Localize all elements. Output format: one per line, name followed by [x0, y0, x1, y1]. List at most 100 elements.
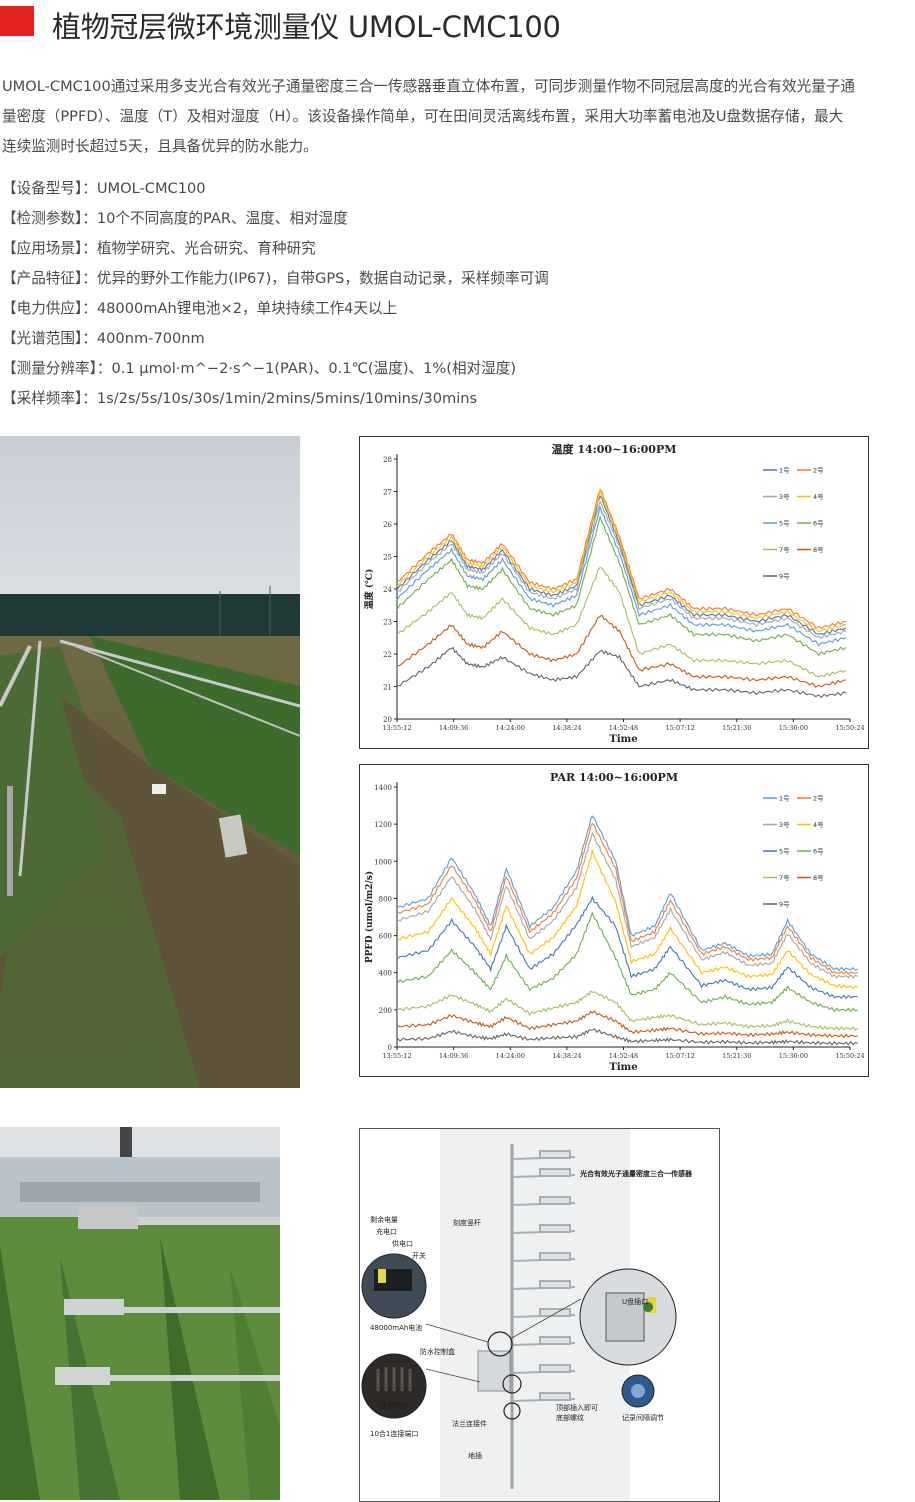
- spec-list: 【设备型号】：UMOL-CMC100 【检测参数】：10个不同高度的PAR、温度…: [2, 174, 914, 414]
- spec-spectrum: 【光谱范围】：400nm-700nm: [2, 330, 205, 347]
- y-tick-label: 24: [383, 586, 392, 594]
- x-tick-label: 14:38:24: [552, 1052, 581, 1060]
- x-tick-label: 15:21:36: [722, 1052, 751, 1060]
- legend-label: 3号: [779, 821, 790, 829]
- title-accent-block: [0, 6, 34, 36]
- legend-label: 4号: [813, 493, 824, 501]
- temperature-chart-frame: 温度 14:00~16:00PM 20 21 22 23 24 25 26 27 28 13:55:…: [359, 436, 869, 749]
- legend-label: 6号: [813, 520, 824, 528]
- y-tick-label: 27: [383, 489, 392, 497]
- legend-label: 9号: [779, 901, 790, 909]
- y-tick-label: 1000: [374, 858, 392, 866]
- x-tick-label: 14:09:36: [439, 1052, 468, 1060]
- field-photo: [0, 436, 300, 1088]
- y-tick-label: 800: [379, 895, 392, 903]
- top-insert-label: 顶部插入即可: [556, 1404, 598, 1412]
- x-tick-label: 14:24:00: [496, 1052, 525, 1060]
- legend-label: 9号: [779, 573, 790, 581]
- legend-label: 5号: [779, 848, 790, 856]
- x-tick-label: 14:38:24: [552, 724, 581, 732]
- y-tick-label: 0: [388, 1044, 392, 1052]
- x-tick-label: 14:52:48: [609, 1052, 638, 1060]
- x-tick-label: 13:55:12: [382, 724, 411, 732]
- port-label: 10合1连接端口: [370, 1430, 419, 1438]
- x-tick-label: 14:09:36: [439, 724, 468, 732]
- sensor-label: 光合有效光子通量密度三合一传感器: [580, 1170, 692, 1178]
- legend-label: 1号: [779, 467, 790, 475]
- x-tick-label: 14:52:48: [609, 724, 638, 732]
- y-tick-label: 26: [383, 521, 392, 529]
- chart-title: PAR 14:00~16:00PM: [550, 771, 678, 784]
- installation-diagram: 光合有效光子通量密度三合一传感器 刻度竖杆 剩余电量 充电口 供电口 开关 48…: [359, 1128, 720, 1502]
- chart-title: 温度 14:00~16:00PM: [552, 442, 677, 456]
- power-port-label: 供电口: [392, 1240, 413, 1248]
- x-tick-label: 15:50:24: [835, 724, 864, 732]
- interval-label: 记录间隔调节: [622, 1414, 664, 1422]
- any-order-label: 任意顺序: [380, 1402, 408, 1410]
- temperature-chart: 温度 14:00~16:00PM 20 21 22 23 24 25 26 27 28 13:55:…: [363, 442, 865, 745]
- x-axis-label: Time: [609, 734, 637, 745]
- intro-paragraph: UMOL-CMC100通过采用多支光合有效光子通量密度三合一传感器垂直立体布置，…: [2, 72, 914, 162]
- legend-label: 2号: [813, 467, 824, 475]
- flange-label: 法兰连接件: [452, 1420, 487, 1428]
- remaining-power-label: 剩余电量: [370, 1216, 398, 1224]
- series-line-9: [396, 646, 847, 699]
- bottom-screw-label: 底部螺纹: [556, 1414, 584, 1422]
- spec-power: 【电力供应】：48000mAh锂电池×2，单块持续工作4天以上: [2, 300, 398, 317]
- y-tick-label: 28: [383, 456, 392, 464]
- ground-pin-label: 地插: [468, 1452, 482, 1460]
- legend-label: 1号: [779, 795, 790, 803]
- spec-model: 【设备型号】：UMOL-CMC100: [2, 180, 206, 197]
- legend-label: 7号: [779, 874, 790, 882]
- series-line-8: [396, 1010, 858, 1039]
- intro-line: UMOL-CMC100通过采用多支光合有效光子通量密度三合一传感器垂直立体布置，…: [2, 78, 856, 95]
- spec-sampling: 【采样频率】：1s/2s/5s/10s/30s/1min/2mins/5mins…: [2, 390, 478, 407]
- x-tick-label: 15:07:12: [666, 1052, 695, 1060]
- y-tick-label: 22: [383, 651, 392, 659]
- installation-diagram-image: [361, 1129, 677, 1501]
- spec-features: 【产品特征】：优异的野外工作能力(IP67)，自带GPS，数据自动记录，采样频率…: [2, 270, 549, 287]
- spec-parameters: 【检测参数】：10个不同高度的PAR、温度、相对湿度: [2, 210, 348, 227]
- y-tick-label: 25: [383, 554, 392, 562]
- legend-label: 2号: [813, 795, 824, 803]
- pole-label: 刻度竖杆: [453, 1219, 481, 1227]
- x-axis-label: Time: [609, 1062, 637, 1073]
- legend-label: 6号: [813, 848, 824, 856]
- y-tick-label: 23: [383, 619, 392, 627]
- x-tick-label: 15:21:36: [722, 724, 751, 732]
- control-box-label: 防水控制盒: [420, 1348, 455, 1356]
- x-tick-label: 15:50:24: [835, 1052, 864, 1060]
- y-axis-label: PPFD (umol/m2/s): [364, 871, 375, 963]
- par-chart-frame: PAR 14:00~16:00PM 0 200 400 600 800 1000 1200 14…: [359, 764, 869, 1077]
- x-tick-label: 13:55:12: [382, 1052, 411, 1060]
- y-tick-label: 1400: [374, 784, 392, 792]
- battery-label: 48000mAh电池: [370, 1324, 423, 1332]
- x-tick-label: 15:36:00: [779, 724, 808, 732]
- series-line-7: [396, 989, 859, 1031]
- page-title: 植物冠层微环境测量仪 UMOL-CMC100: [52, 10, 561, 44]
- usb-port-label: U盘插口: [622, 1298, 649, 1306]
- x-tick-label: 14:24:00: [496, 724, 525, 732]
- field-photo-image: [0, 436, 300, 1088]
- legend-label: 8号: [813, 874, 824, 882]
- y-tick-label: 200: [379, 1007, 392, 1015]
- legend-label: 3号: [779, 493, 790, 501]
- spec-resolution: 【测量分辨率】：0.1 μmol·m^−2·s^−1(PAR)、0.1℃(温度)…: [2, 360, 517, 377]
- y-tick-label: 1200: [374, 821, 392, 829]
- charge-port-label: 充电口: [376, 1228, 397, 1236]
- spec-application: 【应用场景】：植物学研究、光合研究、育种研究: [2, 240, 316, 257]
- series-line-9: [396, 1028, 858, 1046]
- y-tick-label: 21: [383, 684, 392, 692]
- intro-line: 量密度（PPFD）、温度（T）及相对湿度（H）。该设备操作简单，可在田间灵活离线…: [2, 108, 844, 125]
- intro-line: 连续监测时长超过5天，且具备优异的防水能力。: [2, 138, 318, 155]
- y-tick-label: 400: [379, 970, 392, 978]
- y-tick-label: 20: [383, 716, 392, 724]
- sensor-closeup-image: [0, 1127, 280, 1500]
- x-tick-label: 15:07:12: [666, 724, 695, 732]
- sensor-closeup-photo: [0, 1127, 280, 1500]
- page-header: 植物冠层微环境测量仪 UMOL-CMC100: [0, 0, 915, 45]
- legend-label: 8号: [813, 546, 824, 554]
- switch-label: 开关: [412, 1252, 426, 1260]
- x-tick-label: 15:36:00: [779, 1052, 808, 1060]
- legend-label: 4号: [813, 821, 824, 829]
